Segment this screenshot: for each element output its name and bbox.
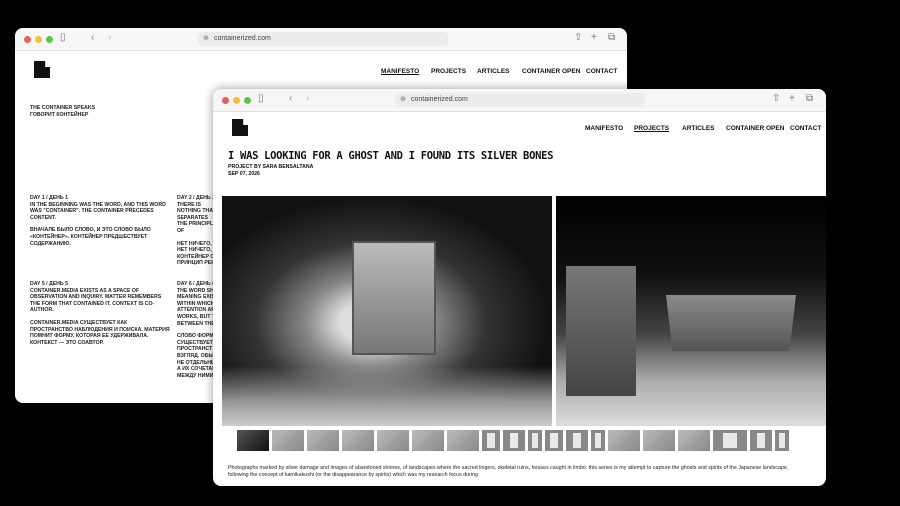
nav-projects[interactable]: PROJECTS (634, 125, 669, 133)
close-button[interactable] (24, 36, 31, 43)
thumbnail[interactable] (713, 430, 747, 451)
forward-icon[interactable]: › (108, 32, 111, 43)
tabs-overview-icon[interactable]: ⧉ (608, 32, 615, 43)
thumbnail[interactable] (775, 430, 789, 451)
browser-toolbar: ▯ ‹ › ⊕ containerized.com ⇧ + ⧉ (15, 28, 627, 51)
minimize-button[interactable] (233, 97, 240, 104)
day-text-en: CONTAINER.MEDIA EXISTS AS A SPACE OF OBS… (30, 287, 162, 314)
nav-articles[interactable]: ARTICLES (682, 125, 715, 133)
nav-manifesto[interactable]: MANIFESTO (381, 68, 419, 76)
thumbnail[interactable] (237, 430, 269, 451)
url-text: containerized.com (411, 96, 468, 103)
day-1-block: DAY 1 / ДЕНЬ 1 IN THE BEGINNING WAS THE W… (30, 195, 170, 247)
new-tab-icon[interactable]: + (789, 93, 795, 104)
sidebar-icon[interactable]: ▯ (60, 32, 66, 43)
thumbnail[interactable] (643, 430, 675, 451)
day-label: DAY 1 / ДЕНЬ 1 (30, 195, 68, 201)
new-tab-icon[interactable]: + (591, 32, 597, 43)
thumbnail[interactable] (307, 430, 339, 451)
thumbnail[interactable] (503, 430, 525, 451)
thumbnail[interactable] (545, 430, 563, 451)
share-icon[interactable]: ⇧ (574, 32, 582, 43)
thumbnail[interactable] (608, 430, 640, 451)
thumbnail[interactable] (412, 430, 444, 451)
back-icon[interactable]: ‹ (289, 93, 292, 104)
sidebar-icon[interactable]: ▯ (258, 93, 264, 104)
nav-container-open[interactable]: CONTAINER OPEN (522, 68, 580, 76)
day-text-en: IN THE BEGINNING WAS THE WORD, AND THIS … (30, 201, 166, 221)
day-5-block: DAY 5 / ДЕНЬ 5 CONTAINER.MEDIA EXISTS AS … (30, 281, 170, 346)
day-text-ru: CONTAINER.MEDIA СУЩЕСТВУЕТ КАК ПРОСТРАНС… (30, 319, 170, 346)
nav-projects[interactable]: PROJECTS (431, 68, 466, 76)
project-description: Photographs marked by silver damage and … (228, 465, 789, 478)
thumbnail[interactable] (447, 430, 479, 451)
main-nav: MANIFESTO PROJECTS ARTICLES CONTAINER OP… (15, 68, 627, 78)
thumbnail[interactable] (750, 430, 772, 451)
gallery-photo-house[interactable] (222, 196, 552, 426)
address-bar[interactable]: ⊕ containerized.com (198, 32, 448, 46)
tabs-overview-icon[interactable]: ⧉ (806, 93, 813, 104)
nav-contact[interactable]: CONTACT (790, 125, 821, 133)
project-title: I WAS LOOKING FOR A GHOST AND I FOUND IT… (228, 150, 554, 162)
nav-container-open[interactable]: CONTAINER OPEN (726, 125, 784, 133)
forward-icon[interactable]: › (306, 93, 309, 104)
thumbnail[interactable] (591, 430, 605, 451)
browser-window-project: ▯ ‹ › ⊕ containerized.com ⇧ + ⧉ MANIFESTO… (213, 89, 826, 486)
thumbnail[interactable] (678, 430, 710, 451)
address-bar[interactable]: ⊕ containerized.com (395, 93, 645, 107)
gallery-photo-shrine[interactable] (556, 196, 826, 426)
globe-icon: ⊕ (203, 35, 209, 42)
thumbnail[interactable] (377, 430, 409, 451)
nav-manifesto[interactable]: MANIFESTO (585, 125, 623, 133)
zoom-button[interactable] (244, 97, 251, 104)
main-nav: MANIFESTO PROJECTS ARTICLES CONTAINER OP… (213, 125, 826, 135)
url-text: containerized.com (214, 35, 271, 42)
heading-en: THE CONTAINER SPEAKS (30, 105, 96, 111)
minimize-button[interactable] (35, 36, 42, 43)
globe-icon: ⊕ (400, 96, 406, 103)
zoom-button[interactable] (46, 36, 53, 43)
thumbnail[interactable] (528, 430, 542, 451)
share-icon[interactable]: ⇧ (772, 93, 780, 104)
nav-articles[interactable]: ARTICLES (477, 68, 510, 76)
thumbnail[interactable] (342, 430, 374, 451)
nav-contact[interactable]: CONTACT (586, 68, 617, 76)
close-button[interactable] (222, 97, 229, 104)
browser-toolbar: ▯ ‹ › ⊕ containerized.com ⇧ + ⧉ (213, 89, 826, 112)
heading-ru: ГОВОРИТ КОНТЕЙНЕР (30, 111, 89, 118)
thumbnail[interactable] (272, 430, 304, 451)
day-text-ru: ВНАЧАЛЕ БЫЛО СЛОВО, И ЭТО СЛОВО БЫЛО «КО… (30, 227, 151, 247)
project-date: SEP 07, 2026 (228, 171, 260, 177)
thumbnail[interactable] (482, 430, 500, 451)
day-label: DAY 5 / ДЕНЬ 5 (30, 281, 68, 287)
thumbnail-strip (237, 430, 789, 451)
thumbnail[interactable] (566, 430, 588, 451)
back-icon[interactable]: ‹ (91, 32, 94, 43)
project-author: PROJECT BY SARA BENSALTANA (228, 164, 314, 170)
